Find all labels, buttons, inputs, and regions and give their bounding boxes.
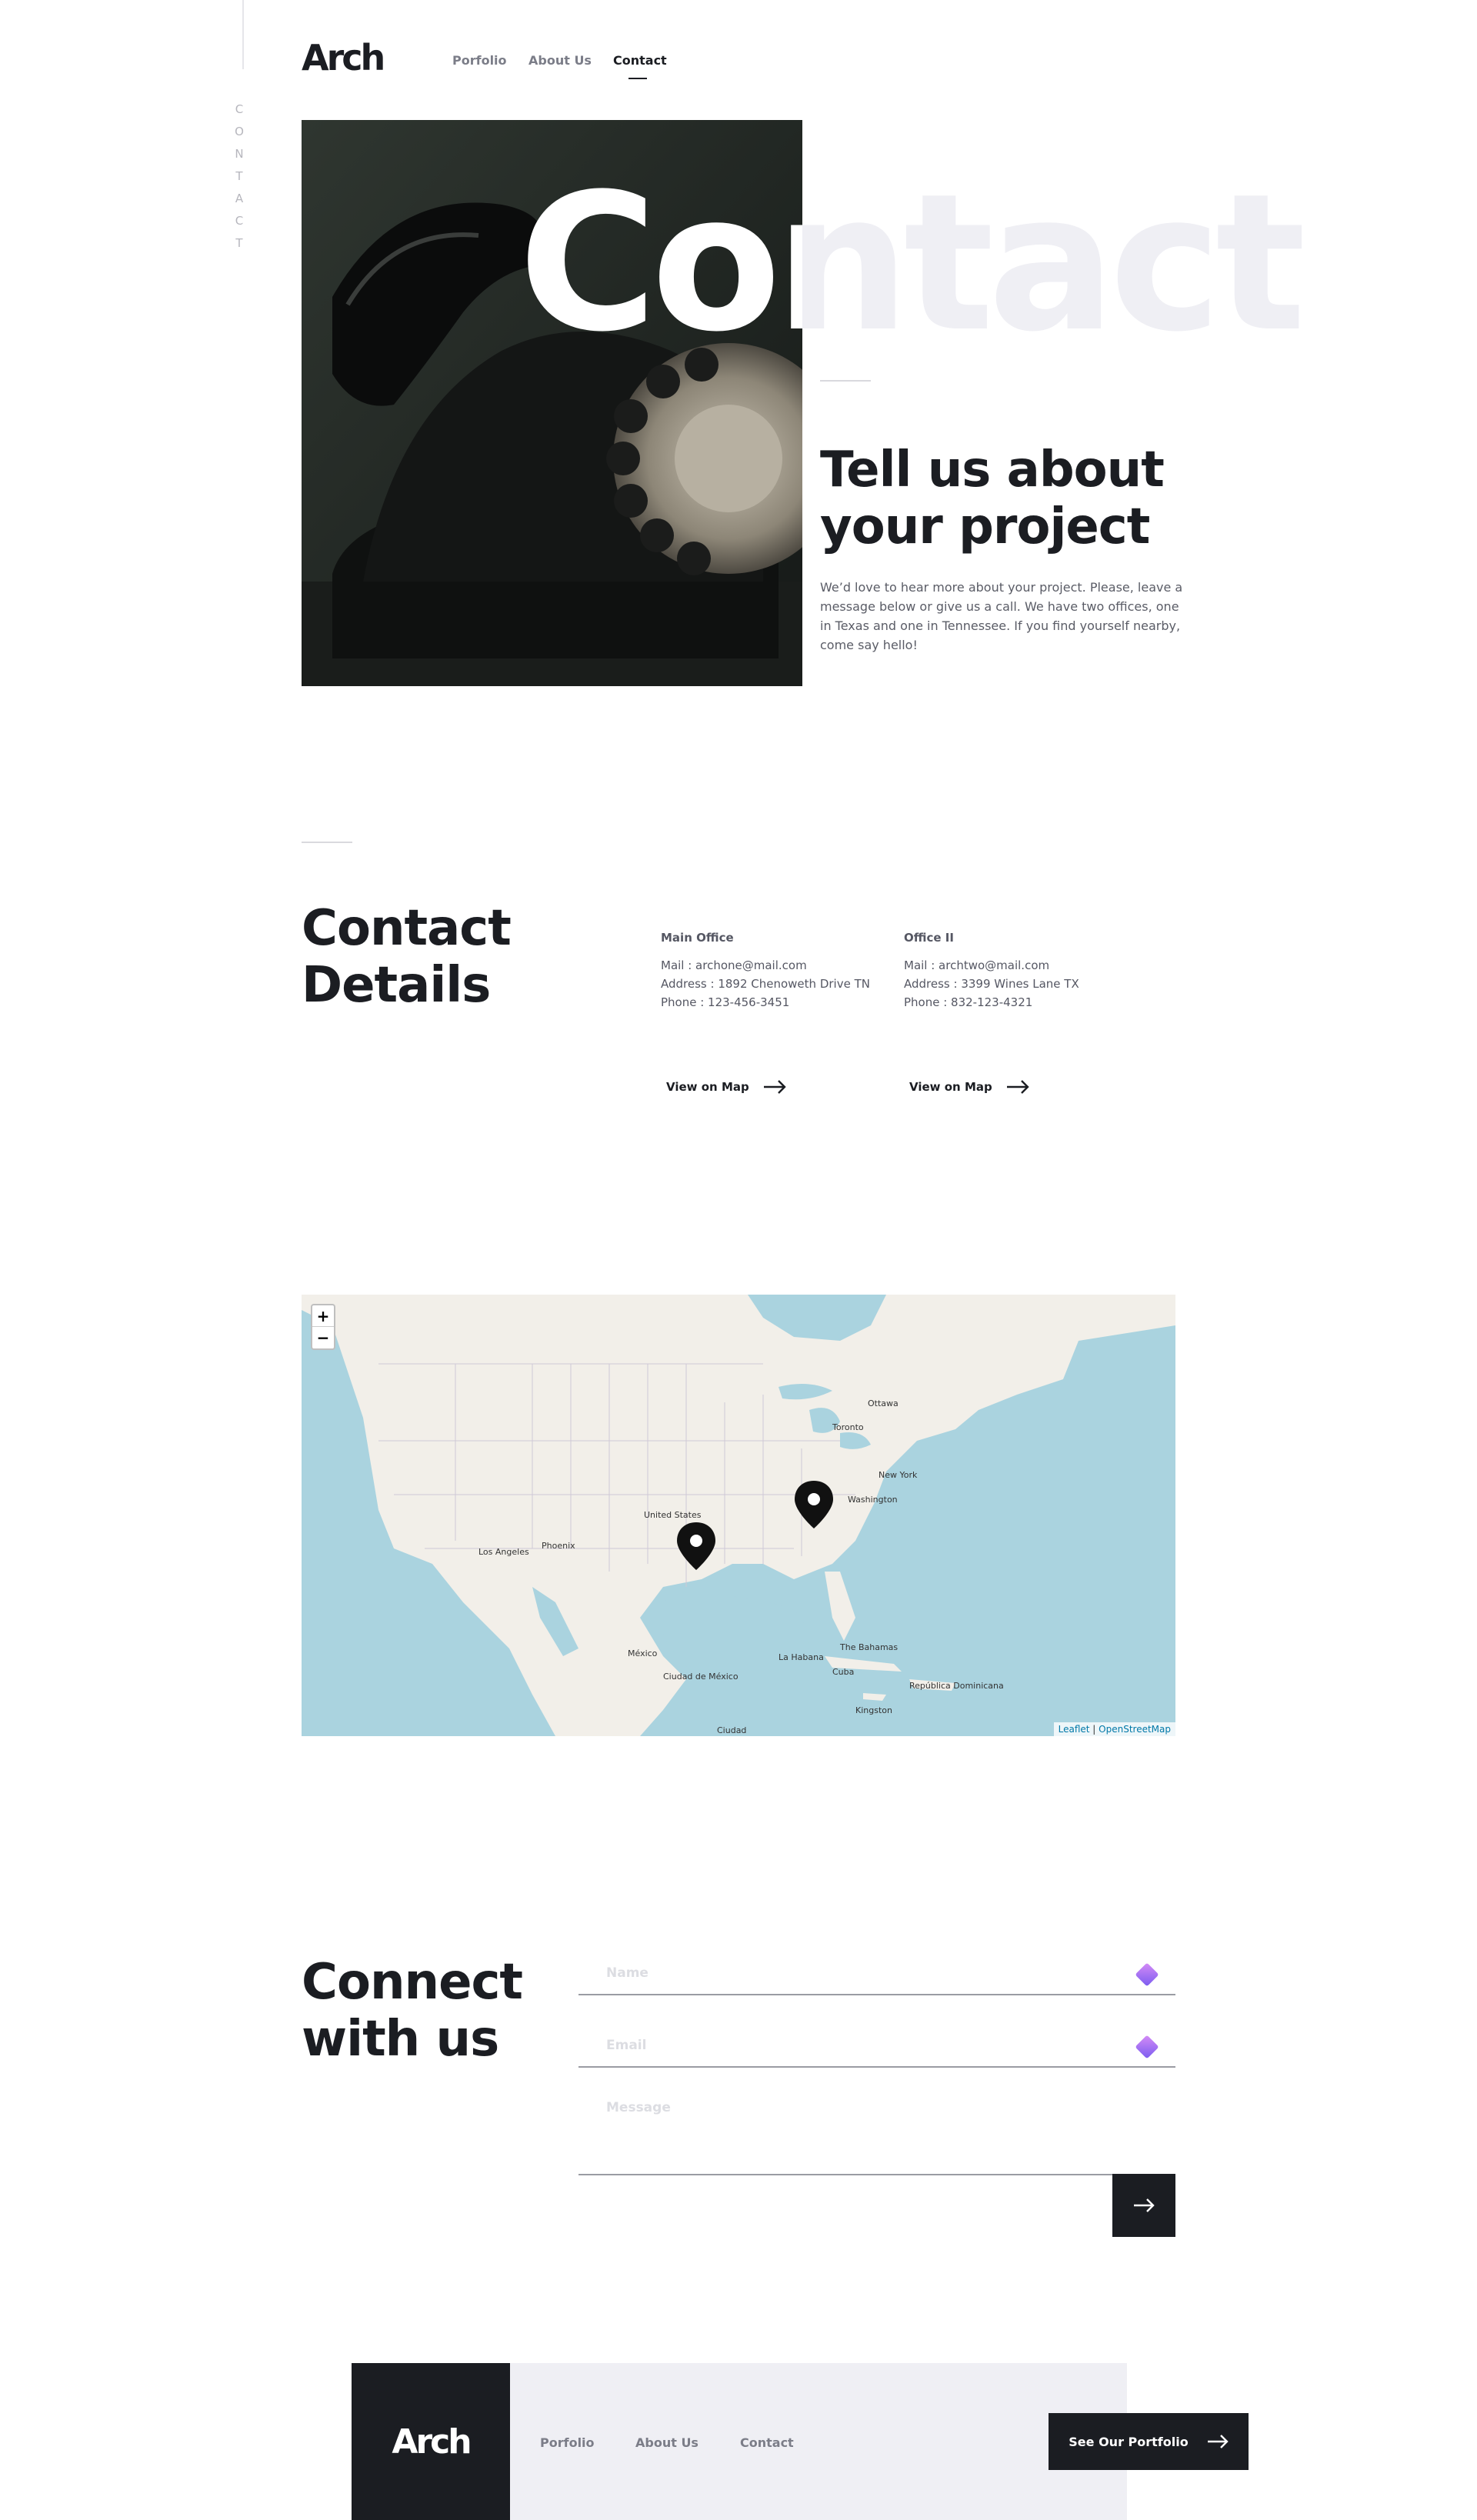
side-label-letter: O — [235, 125, 245, 138]
side-vertical-label: CONTACT — [232, 98, 248, 255]
arrow-right-icon — [763, 1080, 786, 1094]
office-address: Address : 1892 Chenoweth Drive TN — [661, 977, 870, 991]
hero-divider — [820, 380, 871, 382]
attribution-separator: | — [1089, 1724, 1099, 1735]
hero-foreground-clip: Contact — [302, 120, 802, 686]
map-city-label: The Bahamas — [840, 1642, 899, 1652]
map-link-label: View on Map — [666, 1080, 749, 1094]
view-on-map-link-main[interactable]: View on Map — [666, 1080, 786, 1094]
see-portfolio-button[interactable]: See Our Portfolio — [1049, 2413, 1249, 2470]
view-on-map-link-second[interactable]: View on Map — [909, 1080, 1029, 1094]
connect-heading: Connect with us — [302, 1954, 523, 2068]
hero-heading: Tell us about your project — [820, 442, 1165, 555]
office-mail: Mail : archone@mail.com — [661, 958, 807, 972]
map-city-label: La Habana — [779, 1652, 824, 1662]
contact-details-divider — [302, 842, 352, 843]
map-tiles — [302, 1295, 1175, 1736]
map-city-label: Washington — [848, 1495, 898, 1505]
map-city-label: New York — [879, 1470, 918, 1480]
office-phone: Phone : 123-456-3451 — [661, 995, 790, 1009]
map-city-label: México — [628, 1648, 658, 1658]
map-city-label: República Dominicana — [909, 1681, 1004, 1691]
map-city-label: Kingston — [855, 1705, 892, 1715]
office-title: Main Office — [661, 931, 734, 945]
map-city-label: Ottawa — [868, 1398, 899, 1408]
side-label-letter: N — [235, 147, 245, 161]
footer-logo: Arch — [392, 2422, 472, 2462]
message-field[interactable] — [578, 2088, 1175, 2174]
side-label-letter: C — [235, 102, 245, 116]
map-city-label: Ciudad — [717, 1725, 747, 1735]
map-zoom-control: + − — [311, 1304, 335, 1350]
office-title: Office II — [904, 931, 954, 945]
map-link-label: View on Map — [909, 1080, 992, 1094]
see-portfolio-label: See Our Portfolio — [1069, 2434, 1189, 2449]
hero-description: We’d love to hear more about your projec… — [820, 580, 1183, 652]
map-city-label: United States — [644, 1510, 702, 1520]
map-city-label: Cuba — [832, 1667, 855, 1677]
map-city-label: Los Angeles — [478, 1547, 529, 1557]
side-label-letter: T — [235, 169, 245, 183]
side-label-letter: C — [235, 214, 245, 228]
email-field-wrapper — [578, 2025, 1175, 2068]
arrow-right-icon — [1134, 2198, 1155, 2212]
side-divider-line — [242, 0, 244, 69]
map-city-label: Phoenix — [542, 1541, 575, 1551]
map-attribution: Leaflet | OpenStreetMap — [1053, 1722, 1175, 1736]
map-zoom-in-button[interactable]: + — [312, 1305, 334, 1327]
footer-link-portfolio[interactable]: Porfolio — [540, 2435, 595, 2450]
osm-link[interactable]: OpenStreetMap — [1099, 1724, 1171, 1735]
side-label-letter: T — [235, 236, 245, 250]
arrow-right-icon — [1006, 1080, 1029, 1094]
message-field-wrapper — [578, 2088, 1175, 2175]
submit-button[interactable] — [1112, 2174, 1175, 2237]
office-phone: Phone : 832-123-4321 — [904, 995, 1033, 1009]
nav-link-contact[interactable]: Contact — [613, 53, 667, 68]
nav-link-portfolio[interactable]: Porfolio — [452, 53, 507, 68]
name-field-wrapper — [578, 1952, 1175, 1995]
map-city-label: Ciudad de México — [663, 1672, 738, 1682]
arrow-right-icon — [1207, 2435, 1229, 2448]
contact-details-heading: Contact Details — [302, 900, 512, 1014]
office-map[interactable]: Ottawa Toronto New York Washington Unite… — [302, 1295, 1175, 1736]
nav-active-indicator — [628, 78, 647, 79]
nav-link-about[interactable]: About Us — [528, 53, 592, 68]
name-field[interactable] — [578, 1952, 1175, 1994]
office-mail: Mail : archtwo@mail.com — [904, 958, 1050, 972]
footer-logo-box[interactable]: Arch — [352, 2363, 510, 2520]
office-address: Address : 3399 Wines Lane TX — [904, 977, 1079, 991]
map-zoom-out-button[interactable]: − — [312, 1327, 334, 1348]
map-city-label: Toronto — [832, 1422, 864, 1432]
leaflet-link[interactable]: Leaflet — [1059, 1724, 1090, 1735]
hero-foreground-word: Contact — [518, 154, 802, 374]
side-label-letter: A — [235, 192, 245, 205]
footer-link-about[interactable]: About Us — [635, 2435, 698, 2450]
footer-link-contact[interactable]: Contact — [740, 2435, 794, 2450]
logo[interactable]: Arch — [302, 37, 385, 78]
email-field[interactable] — [578, 2025, 1175, 2066]
